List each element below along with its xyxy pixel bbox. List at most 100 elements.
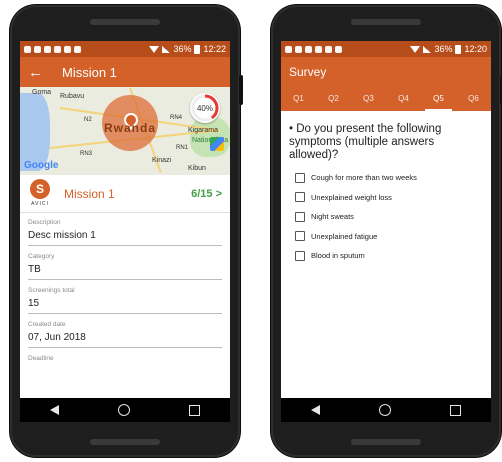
option-weight-loss[interactable]: Unexplained weight loss xyxy=(295,188,477,208)
map-label-kigarama: Kigarama xyxy=(188,127,218,134)
volume-button xyxy=(239,75,243,105)
option-label: Unexplained weight loss xyxy=(311,192,392,202)
status-bar: 36% 12:20 xyxy=(281,41,491,57)
field-value: 07, Jun 2018 xyxy=(28,330,222,348)
nav-back-icon[interactable] xyxy=(310,405,320,415)
android-icon xyxy=(64,45,71,53)
field-value: 15 xyxy=(28,296,222,314)
field-label: Category xyxy=(28,253,55,260)
option-fatigue[interactable]: Unexplained fatigue xyxy=(295,227,477,247)
field-label: Description xyxy=(28,219,61,226)
checkbox[interactable] xyxy=(295,211,305,222)
nav-home-icon[interactable] xyxy=(117,404,130,416)
survey-screen: 36% 12:20 Survey Q1 Q2 Q3 Q4 Q5 Q6 • Do … xyxy=(281,41,491,422)
option-night-sweats[interactable]: Night sweats xyxy=(295,207,477,227)
tab-q6[interactable]: Q6 xyxy=(456,87,491,111)
wifi-icon xyxy=(410,45,421,53)
option-label: Night sweats xyxy=(311,212,354,222)
nav-back-icon[interactable] xyxy=(49,405,59,415)
road-label: RN1 xyxy=(176,145,189,151)
survey-header: Survey Q1 Q2 Q3 Q4 Q5 Q6 xyxy=(281,57,491,111)
clock: 12:22 xyxy=(203,44,226,54)
map-label-kibun: Kibun xyxy=(188,165,206,172)
field-label: Screenings total xyxy=(28,287,75,294)
android-icon xyxy=(325,45,332,53)
page-title: Survey xyxy=(289,65,327,79)
road-label: N2 xyxy=(84,117,92,123)
tab-q1[interactable]: Q1 xyxy=(281,87,316,111)
play-icon xyxy=(335,45,342,53)
logo-text: AVICI xyxy=(31,200,49,207)
category-field: Category TB xyxy=(28,253,222,280)
nav-recents-icon[interactable] xyxy=(189,404,201,416)
android-nav-bar xyxy=(281,398,491,422)
mission-summary-row[interactable]: S AVICI Mission 1 6/15 > xyxy=(20,175,230,213)
play-icon xyxy=(74,45,81,53)
option-blood-sputum[interactable]: Blood in sputum xyxy=(295,246,477,266)
tab-q4[interactable]: Q4 xyxy=(386,87,421,111)
checkbox[interactable] xyxy=(295,250,305,261)
map-label-rwanda: Rwanda xyxy=(104,121,157,135)
battery-icon xyxy=(194,44,201,54)
back-arrow-icon[interactable]: ← xyxy=(28,64,50,81)
option-label: Cough for more than two weeks xyxy=(311,173,417,183)
nav-recents-icon[interactable] xyxy=(450,404,462,416)
tab-q2[interactable]: Q2 xyxy=(316,87,351,111)
answer-options: Cough for more than two weeks Unexplaine… xyxy=(281,168,491,266)
option-label: Unexplained fatigue xyxy=(311,231,378,241)
signal-icon xyxy=(423,45,432,53)
mission-name: Mission 1 xyxy=(64,186,115,201)
right-phone: 36% 12:20 Survey Q1 Q2 Q3 Q4 Q5 Q6 • Do … xyxy=(271,5,502,457)
checkbox[interactable] xyxy=(295,192,305,203)
map-label-rubavu: Rubavu xyxy=(60,93,85,100)
page-title: Mission 1 xyxy=(62,64,117,80)
google-logo: Google xyxy=(24,160,59,171)
option-cough[interactable]: Cough for more than two weeks xyxy=(295,168,477,188)
image-icon xyxy=(44,45,51,53)
usb-icon xyxy=(315,45,322,53)
chat-icon xyxy=(285,45,292,53)
checkbox[interactable] xyxy=(295,231,305,242)
google-maps-icon[interactable] xyxy=(210,137,224,151)
field-value: Desc mission 1 xyxy=(28,228,222,246)
notification-icons xyxy=(285,45,342,53)
progress-percent: 40% xyxy=(196,103,213,113)
option-label: Blood in sputum xyxy=(311,251,365,261)
app-bar: ← Mission 1 xyxy=(20,57,230,87)
chat-icon xyxy=(24,45,31,53)
road-label: RN4 xyxy=(170,115,183,121)
description-field: Description Desc mission 1 xyxy=(28,219,222,246)
notification-icons xyxy=(24,45,81,53)
checkbox[interactable] xyxy=(295,172,305,183)
battery-icon xyxy=(455,44,462,54)
road-label: RN3 xyxy=(80,151,93,157)
field-label: Deadline xyxy=(28,355,54,362)
android-nav-bar xyxy=(20,398,230,422)
map-label-kinazi: Kinazi xyxy=(152,157,172,164)
mission-map[interactable]: Goma Rubavu Kigarama National Pa Kinazi … xyxy=(20,87,230,175)
message-icon xyxy=(34,45,41,53)
message-icon xyxy=(295,45,302,53)
image-icon xyxy=(305,45,312,53)
screenings-total-field: Screenings total 15 xyxy=(28,287,222,314)
usb-icon xyxy=(54,45,61,53)
map-label-goma: Goma xyxy=(32,89,52,96)
left-phone: 36% 12:22 ← Mission 1 Goma Rubavu Kigara… xyxy=(10,5,243,457)
speaker-top xyxy=(351,19,421,25)
battery-percent: 36% xyxy=(173,44,192,54)
nav-home-icon[interactable] xyxy=(378,404,391,416)
created-date-field: Created date 07, Jun 2018 xyxy=(28,321,222,348)
field-label: Created date xyxy=(28,321,66,328)
question-tabs: Q1 Q2 Q3 Q4 Q5 Q6 xyxy=(281,87,491,111)
question-text: • Do you present the following symptoms … xyxy=(289,123,442,161)
speaker-bottom xyxy=(351,439,421,445)
tab-q3[interactable]: Q3 xyxy=(351,87,386,111)
speaker-top xyxy=(90,19,160,25)
status-bar: 36% 12:22 xyxy=(20,41,230,57)
battery-percent: 36% xyxy=(434,44,453,54)
mission-details: Description Desc mission 1 Category TB S… xyxy=(20,213,230,362)
progress-ring: 40% xyxy=(190,93,220,123)
screening-count-link[interactable]: 6/15 > xyxy=(191,188,222,200)
tab-q5[interactable]: Q5 xyxy=(421,87,456,111)
wifi-icon xyxy=(149,45,160,53)
